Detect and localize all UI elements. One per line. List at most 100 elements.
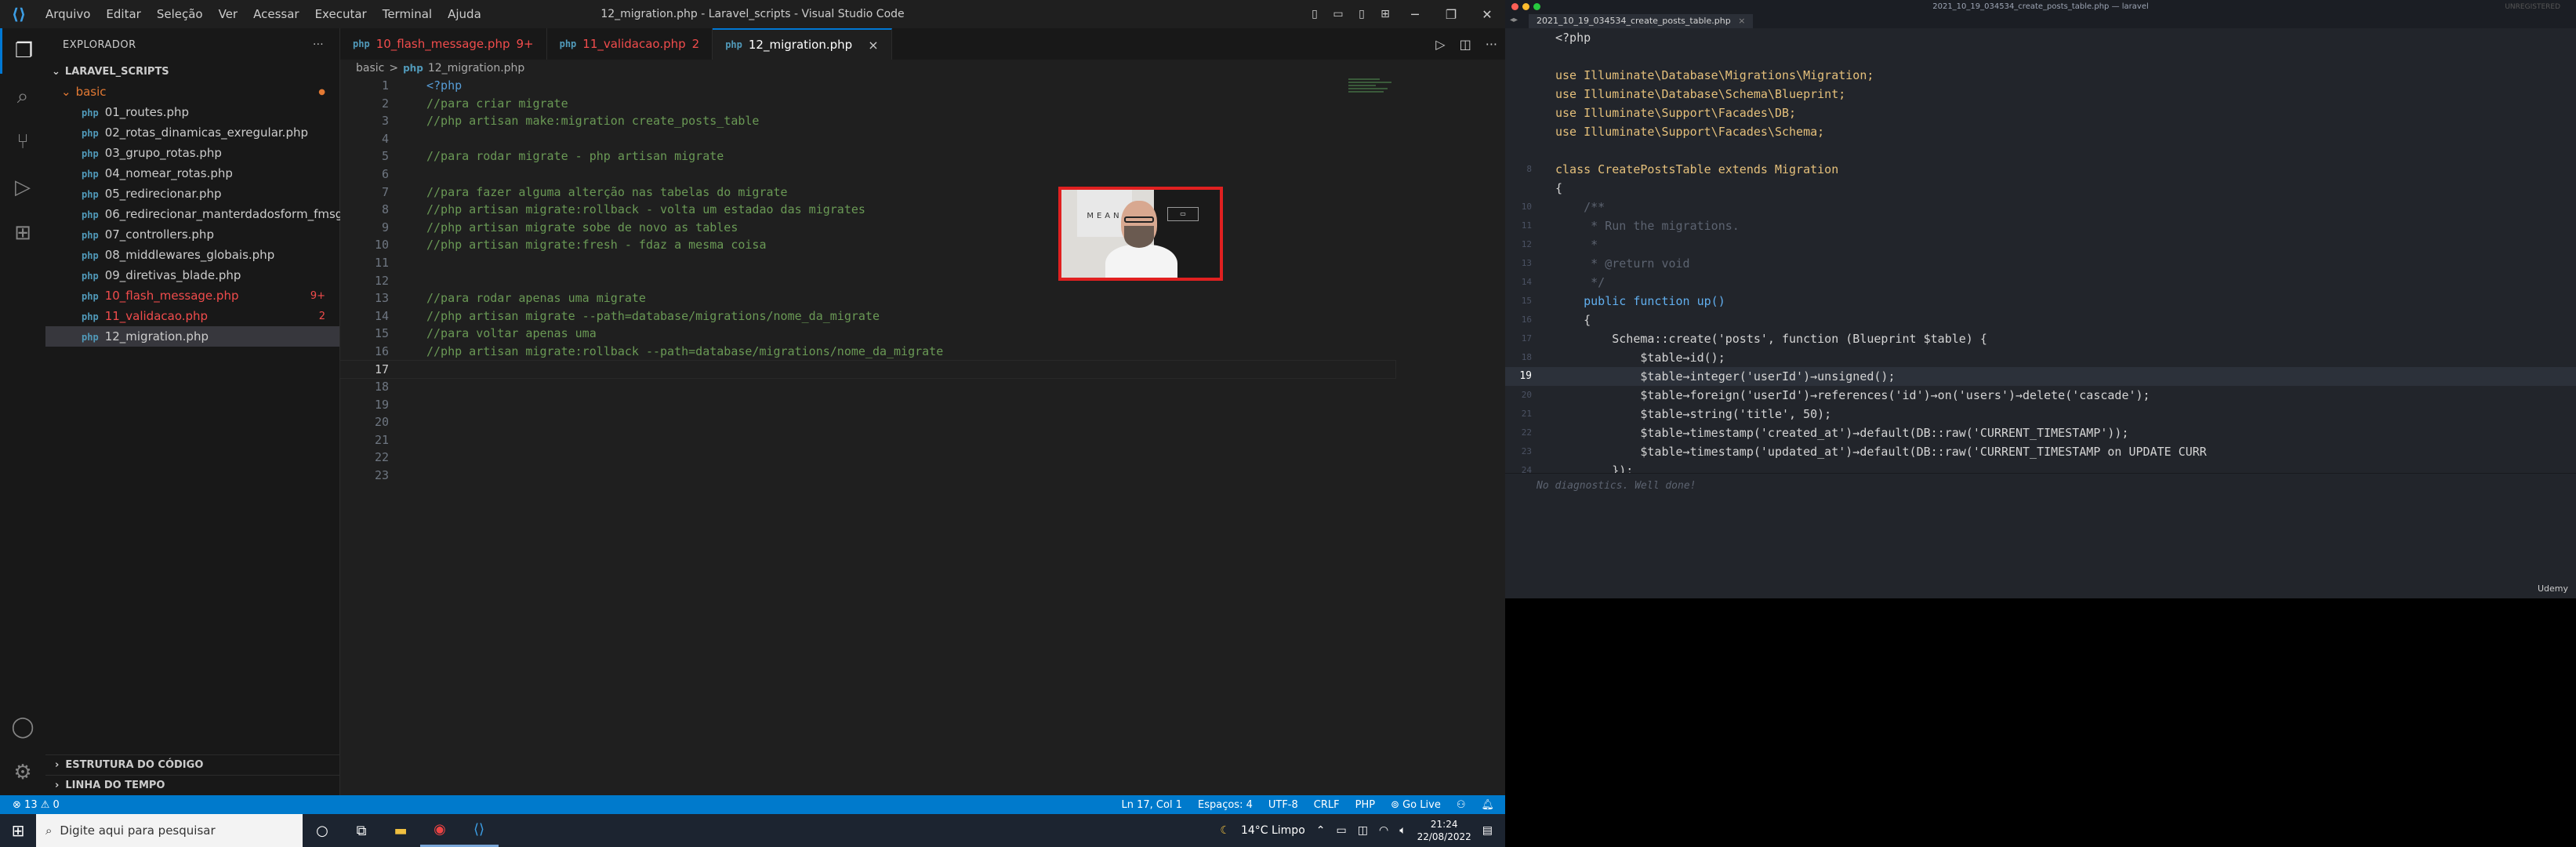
language-mode[interactable]: PHP [1355, 799, 1375, 811]
explorer-icon[interactable]: ❐ [0, 28, 45, 74]
line-number: 18 [374, 380, 389, 394]
menu-item[interactable]: Arquivo [38, 7, 98, 21]
search-icon: ⌕ [45, 823, 53, 838]
toggle-sidebar-icon[interactable]: ▯ [1303, 0, 1326, 28]
line-number: 7 [381, 184, 389, 199]
wifi-icon[interactable]: ◠ [1379, 824, 1388, 837]
menu-item[interactable]: Ajuda [440, 7, 489, 21]
editor-tab[interactable]: php 12_migration.php × [713, 28, 892, 60]
go-live-label: Go Live [1402, 798, 1441, 811]
sublime-code-line: 16 { [1505, 311, 2576, 329]
account-icon[interactable]: ◯ [0, 704, 45, 750]
taskbar-search-box[interactable]: ⌕ Digite aqui para pesquisar [36, 814, 303, 847]
cursor-position[interactable]: Ln 17, Col 1 [1122, 799, 1182, 811]
cortana-icon[interactable]: ○ [303, 814, 342, 847]
outline-section[interactable]: › ESTRUTURA DO CÓDIGO [45, 754, 340, 775]
editor-tab[interactable]: php 10_flash_message.php 9+ [340, 28, 547, 60]
restore-button[interactable]: ❐ [1433, 0, 1469, 28]
volume-icon[interactable]: 🔈︎ [1399, 824, 1406, 837]
menu-item[interactable]: Acessar [245, 7, 307, 21]
line-number: 12 [374, 273, 389, 288]
breadcrumb-file[interactable]: 12_migration.php [428, 62, 524, 75]
more-actions-icon[interactable]: ··· [313, 39, 324, 51]
file-item[interactable]: php 12_migration.php [45, 326, 339, 347]
editor-tabs: php 10_flash_message.php 9+ php 11_validacao… [340, 28, 1505, 60]
notification-center-icon[interactable]: ▤ [1482, 824, 1493, 837]
run-debug-icon[interactable]: ▷ [0, 165, 45, 210]
indentation[interactable]: Espaços: 4 [1198, 799, 1253, 811]
code-editor[interactable]: 1 <?php 2 //para criar migrate 3 //php artisa… [339, 77, 1505, 485]
file-item[interactable]: php 08_middlewares_globais.php [45, 245, 339, 265]
editor-tab[interactable]: php 11_validacao.php 2 [546, 28, 713, 60]
file-name: 07_controllers.php [104, 227, 214, 242]
sublime-code[interactable]: <?php use Illuminate\Database\Migrations\… [1505, 28, 2576, 473]
breadcrumb-folder[interactable]: basic [356, 62, 384, 75]
split-editor-icon[interactable]: ◫ [1460, 37, 1471, 52]
source-control-icon[interactable]: ⑂ [0, 119, 45, 165]
error-icon: ⊗ [13, 798, 21, 811]
extensions-icon[interactable]: ⊞ [0, 210, 45, 256]
folder-basic[interactable]: ⌄ basic ● [45, 82, 339, 102]
sublime-code-line: use Illuminate\Support\Facades\Schema; [1505, 122, 2576, 141]
sublime-line-number: 12 [1521, 239, 1532, 249]
code-line: 21 [340, 431, 1505, 449]
windows-start-icon[interactable]: ⊞ [0, 814, 36, 847]
file-item[interactable]: php 02_rotas_dinamicas_exregular.php [45, 122, 339, 143]
menu-item[interactable]: Executar [307, 7, 375, 21]
clock[interactable]: 21:24 22/08/2022 [1417, 818, 1471, 843]
menu-item[interactable]: Editar [98, 7, 148, 21]
manage-gear-icon[interactable]: ⚙ [0, 750, 45, 795]
sublime-line-number: 14 [1521, 277, 1532, 287]
vscode-taskbar-icon[interactable]: ⟨⟩ [459, 814, 499, 847]
file-item[interactable]: php 01_routes.php [45, 102, 339, 122]
code-line: 11 [340, 254, 1505, 272]
toggle-secondary-sidebar-icon[interactable]: ▯ [1350, 0, 1373, 28]
workspace-root[interactable]: ⌄ LARAVEL_SCRIPTS [45, 61, 339, 82]
tab-nav-arrows-icon[interactable]: ◂▸ [1510, 16, 1518, 24]
sublime-code-line: 23 $table→timestamp('updated_at')→defaul… [1505, 442, 2576, 461]
sublime-line-text: public function up() [1555, 294, 1725, 308]
chrome-icon[interactable]: ◉ [420, 814, 459, 847]
accounts-icon[interactable]: ⚇ [1457, 799, 1466, 811]
more-actions-icon[interactable]: ··· [1486, 37, 1497, 52]
file-item[interactable]: php 09_diretivas_blade.php [45, 265, 339, 285]
notifications-bell-icon[interactable]: 🔔︎ [1481, 799, 1494, 811]
php-file-icon: php [82, 148, 99, 159]
sublime-code-line: 13 * @return void [1505, 254, 2576, 273]
end-of-line[interactable]: CRLF [1314, 799, 1340, 811]
sublime-tab[interactable]: 2021_10_19_034534_create_posts_table.php… [1529, 14, 1754, 28]
sublime-code-line: use Illuminate\Support\Facades\DB; [1505, 104, 2576, 122]
meet-icon[interactable]: ◫ [1358, 824, 1368, 837]
file-item[interactable]: php 10_flash_message.php 9+ [45, 285, 339, 306]
file-item[interactable]: php 06_redirecionar_manterdadosform_fmsg.… [45, 204, 369, 224]
task-view-icon[interactable]: ⧉ [342, 814, 381, 847]
problems-status[interactable]: ⊗ 13 ⚠ 0 [13, 799, 60, 811]
network-icon[interactable]: ▭ [1337, 824, 1347, 837]
close-button[interactable]: ✕ [1469, 0, 1505, 28]
file-explorer-icon[interactable]: ▬ [381, 814, 420, 847]
file-item[interactable]: php 05_redirecionar.php [45, 184, 339, 204]
file-item[interactable]: php 03_grupo_rotas.php [45, 143, 339, 163]
folder-error-dot: ● [318, 87, 325, 96]
weather-text[interactable]: 14°C Limpo [1241, 824, 1305, 837]
menu-item[interactable]: Seleção [149, 7, 211, 21]
close-icon[interactable]: × [1738, 16, 1745, 26]
menu-item[interactable]: Terminal [375, 7, 440, 21]
encoding[interactable]: UTF-8 [1268, 799, 1298, 811]
run-icon[interactable]: ▷ [1435, 37, 1445, 52]
file-item[interactable]: php 04_nomear_rotas.php [45, 163, 339, 184]
toggle-panel-icon[interactable]: ▭ [1326, 0, 1350, 28]
search-icon[interactable]: ⌕ [0, 74, 45, 119]
timeline-section[interactable]: › LINHA DO TEMPO [45, 775, 340, 795]
close-tab-icon[interactable]: × [868, 38, 878, 53]
customize-layout-icon[interactable]: ⊞ [1373, 0, 1397, 28]
minimize-button[interactable]: ─ [1397, 0, 1433, 28]
go-live-button[interactable]: ⊚ Go Live [1391, 799, 1441, 811]
tray-chevron-icon[interactable]: ⌃ [1316, 824, 1326, 837]
line-text: //php artisan migrate sobe de novo as ta… [426, 220, 738, 234]
file-item[interactable]: php 07_controllers.php [45, 224, 339, 245]
menu-item[interactable]: Ver [211, 7, 246, 21]
workspace-root-label: LARAVEL_SCRIPTS [64, 65, 169, 78]
minimap[interactable] [1348, 77, 1395, 108]
file-item[interactable]: php 11_validacao.php 2 [45, 306, 339, 326]
